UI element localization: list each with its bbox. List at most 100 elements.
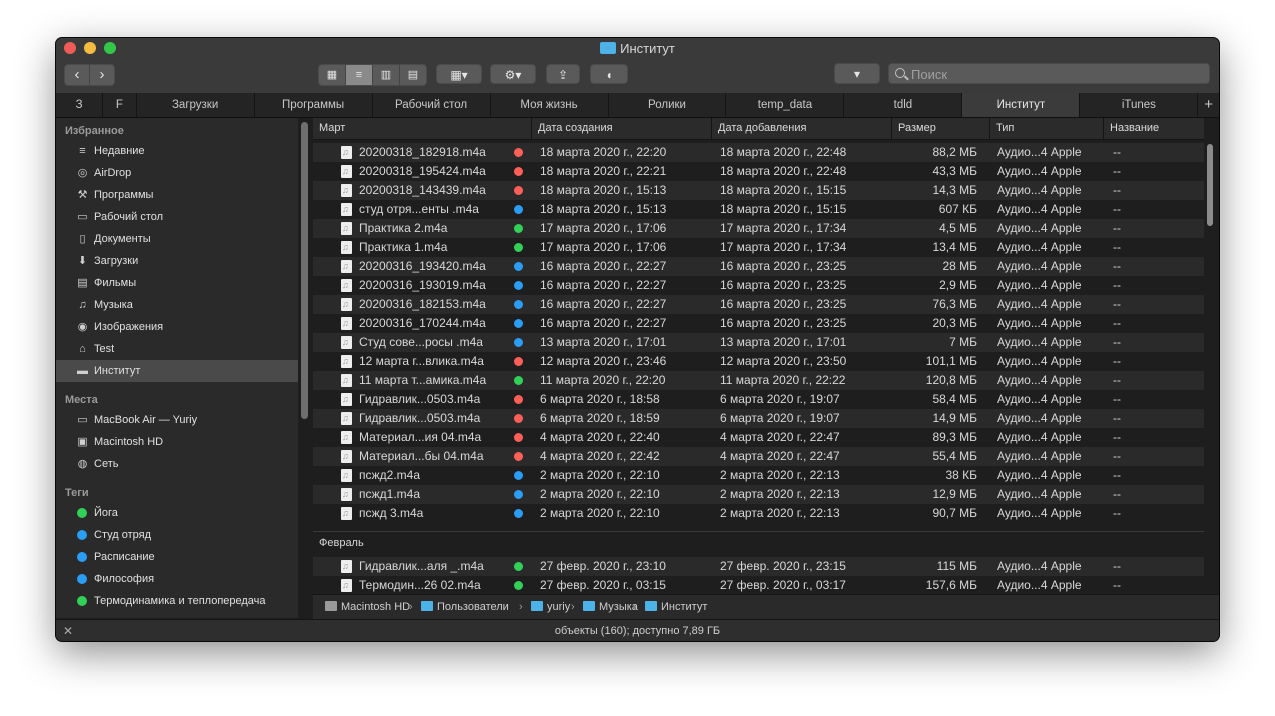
- file-row[interactable]: 20200316_193019.m4a 16 марта 2020 г., 22:…: [313, 276, 1204, 295]
- file-size: 20,3 МБ: [932, 316, 977, 330]
- tag-dot: [514, 300, 523, 309]
- file-row[interactable]: Термодин...26 02.m4a 27 февр. 2020 г., 03…: [313, 576, 1204, 595]
- arrange-button[interactable]: ▦▾: [436, 64, 482, 84]
- sidebar-item[interactable]: Студ отряд: [56, 524, 298, 546]
- sidebar-item[interactable]: ▭ MacBook Air — Yuriy: [56, 409, 298, 431]
- file-row[interactable]: Гидравлик...0503.m4a 6 марта 2020 г., 18:…: [313, 390, 1204, 409]
- file-row[interactable]: псжд1.m4a 2 марта 2020 г., 22:10 2 марта 2…: [313, 485, 1204, 504]
- search-input[interactable]: Поиск: [888, 63, 1210, 84]
- sidebar-item[interactable]: ▬ Институт: [56, 360, 298, 382]
- column-title-header[interactable]: Название: [1103, 118, 1204, 139]
- column-created-header[interactable]: Дата создания: [531, 118, 711, 139]
- tag-dot: [514, 581, 523, 590]
- file-row[interactable]: Гидравлик...аля _.m4a 27 февр. 2020 г., 2…: [313, 557, 1204, 576]
- sidebar-item[interactable]: ⌂ Test: [56, 338, 298, 360]
- sidebar-item-label: Test: [94, 343, 115, 355]
- file-row[interactable]: Студ сове...росы .m4a 13 марта 2020 г., 1…: [313, 333, 1204, 352]
- sidebar-item[interactable]: Термодинамика и теплопередача: [56, 590, 298, 612]
- edit-tags-button[interactable]: ◖: [590, 64, 628, 84]
- file-row[interactable]: псжд2.m4a 2 марта 2020 г., 22:10 2 марта 2…: [313, 466, 1204, 485]
- tab-item[interactable]: F: [103, 93, 137, 117]
- added-date: 6 марта 2020 г., 19:07: [720, 392, 840, 406]
- path-crumb[interactable]: Пользователи: [421, 595, 509, 619]
- file-title: --: [1113, 259, 1121, 273]
- tab-item[interactable]: Рабочий стол: [373, 93, 491, 117]
- forward-button[interactable]: ›: [90, 65, 114, 85]
- tab-item[interactable]: Моя жизнь: [491, 93, 609, 117]
- audio-file-icon: [341, 488, 352, 501]
- file-row[interactable]: 20200316_182153.m4a 16 марта 2020 г., 22:…: [313, 295, 1204, 314]
- tab-item[interactable]: Ролики: [609, 93, 727, 117]
- path-crumb[interactable]: Музыка: [583, 595, 638, 619]
- folder-icon: [531, 601, 543, 611]
- sidebar-header-favorites: Избранное: [65, 125, 124, 137]
- column-size-header[interactable]: Размер: [891, 118, 989, 139]
- file-row[interactable]: 20200316_170244.m4a 16 марта 2020 г., 22:…: [313, 314, 1204, 333]
- file-row[interactable]: 11 марта т...амика.m4a 11 марта 2020 г., …: [313, 371, 1204, 390]
- file-row[interactable]: студ отря...енты .m4a 18 марта 2020 г., 1…: [313, 200, 1204, 219]
- file-row[interactable]: 20200316_193420.m4a 16 марта 2020 г., 22:…: [313, 257, 1204, 276]
- path-crumb[interactable]: Институт: [645, 595, 707, 619]
- sidebar-item[interactable]: ⬇ Загрузки: [56, 250, 298, 272]
- file-row[interactable]: 20200318_182918.m4a 18 марта 2020 г., 22:…: [313, 143, 1204, 162]
- list-scrollbar[interactable]: [1207, 144, 1213, 226]
- sidebar-item[interactable]: ◉ Изображения: [56, 316, 298, 338]
- column-type-header[interactable]: Тип: [989, 118, 1103, 139]
- path-crumb[interactable]: yuriy: [531, 595, 570, 619]
- file-row[interactable]: 20200318_195424.m4a 18 марта 2020 г., 22:…: [313, 162, 1204, 181]
- tag-dot: [514, 148, 523, 157]
- file-row[interactable]: 12 марта г...влика.m4a 12 марта 2020 г., …: [313, 352, 1204, 371]
- search-scope-dropdown[interactable]: ▾: [834, 63, 880, 84]
- sidebar-item[interactable]: ◍ Сеть: [56, 453, 298, 475]
- sidebar-item[interactable]: ▤ Фильмы: [56, 272, 298, 294]
- file-row[interactable]: псжд 3.m4a 2 марта 2020 г., 22:10 2 марта …: [313, 504, 1204, 523]
- column-view-button[interactable]: ▥: [373, 65, 400, 85]
- file-row[interactable]: Гидравлик...0503.m4a 6 марта 2020 г., 18:…: [313, 409, 1204, 428]
- sidebar-item[interactable]: ▭ Рабочий стол: [56, 206, 298, 228]
- tab-item[interactable]: iTunes: [1080, 93, 1199, 117]
- created-date: 11 марта 2020 г., 22:20: [540, 373, 666, 387]
- sidebar-item[interactable]: ▣ Macintosh HD: [56, 431, 298, 453]
- tab-item[interactable]: З: [56, 93, 104, 117]
- sidebar-item-label: Философия: [94, 573, 155, 585]
- close-icon[interactable]: ✕: [63, 620, 73, 641]
- file-name: 20200316_193019.m4a: [359, 278, 486, 292]
- sidebar-item[interactable]: Философия: [56, 568, 298, 590]
- file-row[interactable]: Практика 1.m4a 17 марта 2020 г., 17:06 17 …: [313, 238, 1204, 257]
- file-title: --: [1113, 468, 1121, 482]
- file-row[interactable]: 20200318_143439.m4a 18 марта 2020 г., 15:…: [313, 181, 1204, 200]
- sidebar-item[interactable]: Йога: [56, 502, 298, 524]
- sidebar-item[interactable]: ♫ Музыка: [56, 294, 298, 316]
- back-button[interactable]: ‹: [65, 65, 90, 85]
- sidebar-item[interactable]: ◎ AirDrop: [56, 162, 298, 184]
- sidebar-item[interactable]: ▯ Документы: [56, 228, 298, 250]
- file-row[interactable]: Материал...бы 04.m4a 4 марта 2020 г., 22:…: [313, 447, 1204, 466]
- tab-item[interactable]: tdld: [844, 93, 963, 117]
- icon-view-button[interactable]: ▦: [319, 65, 346, 85]
- path-crumb[interactable]: Macintosh HD: [325, 595, 410, 619]
- audio-file-icon: [341, 279, 352, 292]
- added-date: 11 марта 2020 г., 22:22: [720, 373, 846, 387]
- file-row[interactable]: Практика 2.m4a 17 марта 2020 г., 17:06 17 …: [313, 219, 1204, 238]
- tab-item-active[interactable]: Институт: [962, 93, 1081, 117]
- audio-file-icon: [341, 146, 352, 159]
- file-row[interactable]: Материал...ия 04.m4a 4 марта 2020 г., 22:…: [313, 428, 1204, 447]
- column-added-header[interactable]: Дата добавления: [711, 118, 891, 139]
- tab-item[interactable]: temp_data: [726, 93, 845, 117]
- add-tab-button[interactable]: +: [1198, 93, 1219, 117]
- added-date: 4 марта 2020 г., 22:47: [720, 449, 840, 463]
- column-name-header[interactable]: Март: [313, 118, 531, 139]
- tab-item[interactable]: Загрузки: [137, 93, 255, 117]
- sidebar-item[interactable]: ⚒ Программы: [56, 184, 298, 206]
- sidebar-item[interactable]: Расписание: [56, 546, 298, 568]
- share-button[interactable]: ⇪: [546, 64, 580, 84]
- sidebar-scrollbar[interactable]: [301, 122, 308, 419]
- tab-item[interactable]: Программы: [255, 93, 373, 117]
- sidebar-item-label: Студ отряд: [94, 529, 151, 541]
- gallery-view-button[interactable]: ▤: [400, 65, 426, 85]
- list-view-button[interactable]: ≡: [346, 65, 373, 85]
- sidebar-item[interactable]: ≡ Недавние: [56, 140, 298, 162]
- added-date: 6 марта 2020 г., 19:07: [720, 411, 840, 425]
- file-size: 88,2 МБ: [932, 145, 977, 159]
- action-button[interactable]: ⚙▾: [490, 64, 536, 84]
